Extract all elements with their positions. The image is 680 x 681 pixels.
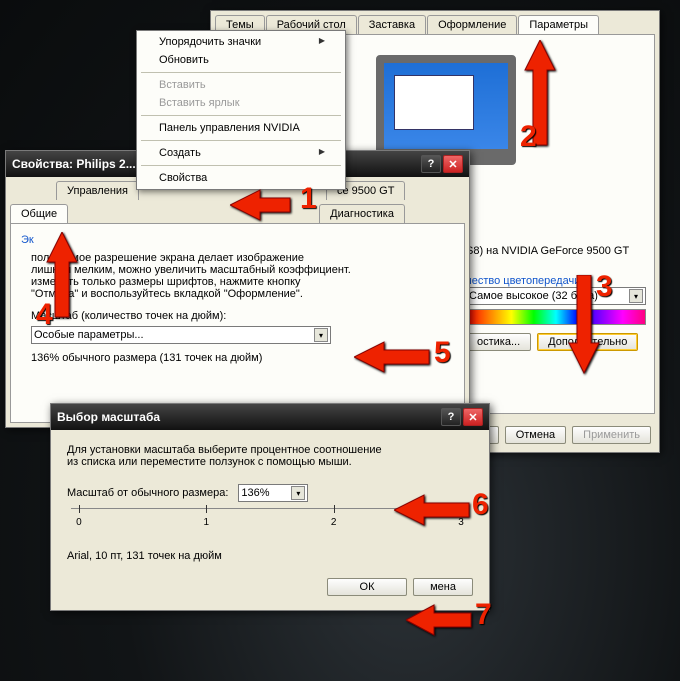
monitor-preview	[376, 55, 516, 165]
dpi-sample: Arial, 10 пт, 131 точек на дюйм	[67, 550, 473, 562]
color-rainbow	[466, 309, 646, 325]
chevron-down-icon: ▾	[291, 486, 305, 500]
dpi-body-line2: из списка или переместите ползунок с пом…	[67, 456, 473, 468]
tab-appearance[interactable]: Оформление	[427, 15, 517, 34]
dpi-scale-select[interactable]: 136% ▾	[238, 484, 308, 502]
dpi-body-line1: Для установки масштаба выберите процентн…	[67, 444, 473, 456]
menu-refresh[interactable]: Обновить	[139, 51, 343, 69]
scale-info: 136% обычного размера (131 точек на дюйм…	[31, 352, 454, 364]
menu-separator	[141, 140, 341, 141]
group-label: Эк	[21, 234, 454, 246]
dpi-cancel-button[interactable]: мена	[413, 578, 473, 596]
scale-select[interactable]: Особые параметры... ▾	[31, 326, 331, 344]
dpi-dialog-window: Выбор масштаба ? ✕ Для установки масштаб…	[50, 403, 490, 611]
menu-nvidia-panel[interactable]: Панель управления NVIDIA	[139, 119, 343, 137]
menu-separator	[141, 72, 341, 73]
annotation-number-1: 1	[300, 182, 317, 216]
tab-diagnostics[interactable]: Диагностика	[319, 204, 405, 223]
body-line3: изменить только размеры шрифтов, нажмите…	[31, 276, 454, 288]
dpi-titlebar: Выбор масштаба ? ✕	[51, 404, 489, 430]
tab-management[interactable]: Управления	[56, 181, 139, 200]
annotation-number-3: 3	[596, 270, 613, 304]
adv-general-panel: Эк пользуемое разрешение экрана делает и…	[10, 223, 465, 423]
annotation-number-4: 4	[36, 298, 53, 332]
dpi-scale-label: Масштаб от обычного размера:	[67, 487, 228, 499]
troubleshoot-button[interactable]: остика...	[466, 333, 531, 351]
chevron-down-icon: ▾	[629, 289, 643, 303]
dpi-scale-value: 136%	[241, 487, 269, 499]
help-icon[interactable]: ?	[421, 155, 441, 173]
close-icon[interactable]: ✕	[443, 155, 463, 173]
dpi-ruler[interactable]: 0 1 2 3	[71, 508, 469, 538]
menu-arrange-icons[interactable]: Упорядочить значки	[139, 33, 343, 51]
menu-paste-shortcut: Вставить ярлык	[139, 94, 343, 112]
tab-settings[interactable]: Параметры	[518, 15, 599, 34]
menu-new[interactable]: Создать	[139, 144, 343, 162]
monitor-label: S8) на NVIDIA GeForce 9500 GT	[466, 245, 644, 257]
scale-label: Масштаб (количество точек на дюйм):	[31, 310, 454, 322]
cancel-button[interactable]: Отмена	[505, 426, 566, 444]
menu-separator	[141, 165, 341, 166]
color-quality-value: Самое высокое (32 бита)	[469, 290, 598, 302]
advanced-properties-window: Свойства: Philips 2... S8) и N... ? ✕ Уп…	[5, 150, 470, 428]
dpi-title: Выбор масштаба	[57, 410, 160, 424]
ruler-tick-3: 3	[458, 517, 464, 528]
tab-screensaver[interactable]: Заставка	[358, 15, 426, 34]
color-quality-select[interactable]: Самое высокое (32 бита) ▾	[466, 287, 646, 305]
body-line1: пользуемое разрешение экрана делает изоб…	[31, 252, 454, 264]
chevron-down-icon: ▾	[314, 328, 328, 342]
annotation-number-5: 5	[434, 336, 451, 370]
annotation-number-6: 6	[472, 488, 489, 522]
body-line4: "Отмена" и воспользуйтесь вкладкой "Офор…	[31, 288, 454, 300]
desktop-context-menu: Упорядочить значки Обновить Вставить Вст…	[136, 30, 346, 190]
body-line2: лишком мелким, можно увеличить масштабны…	[31, 264, 454, 276]
color-quality-label: чество цветопередачи	[466, 275, 644, 287]
advanced-button[interactable]: Дополнительно	[537, 333, 638, 351]
ruler-tick-2: 2	[331, 517, 337, 528]
annotation-number-7: 7	[475, 598, 492, 632]
tab-general[interactable]: Общие	[10, 204, 68, 223]
dpi-ok-button[interactable]: ОК	[327, 578, 407, 596]
adv-tabs-row2: Общие Диагностика	[6, 200, 469, 223]
menu-paste: Вставить	[139, 76, 343, 94]
ruler-tick-1: 1	[204, 517, 210, 528]
apply-button[interactable]: Применить	[572, 426, 651, 444]
ruler-tick-0: 0	[76, 517, 82, 528]
menu-separator	[141, 115, 341, 116]
help-icon[interactable]: ?	[441, 408, 461, 426]
annotation-number-2: 2	[520, 120, 537, 154]
close-icon[interactable]: ✕	[463, 408, 483, 426]
